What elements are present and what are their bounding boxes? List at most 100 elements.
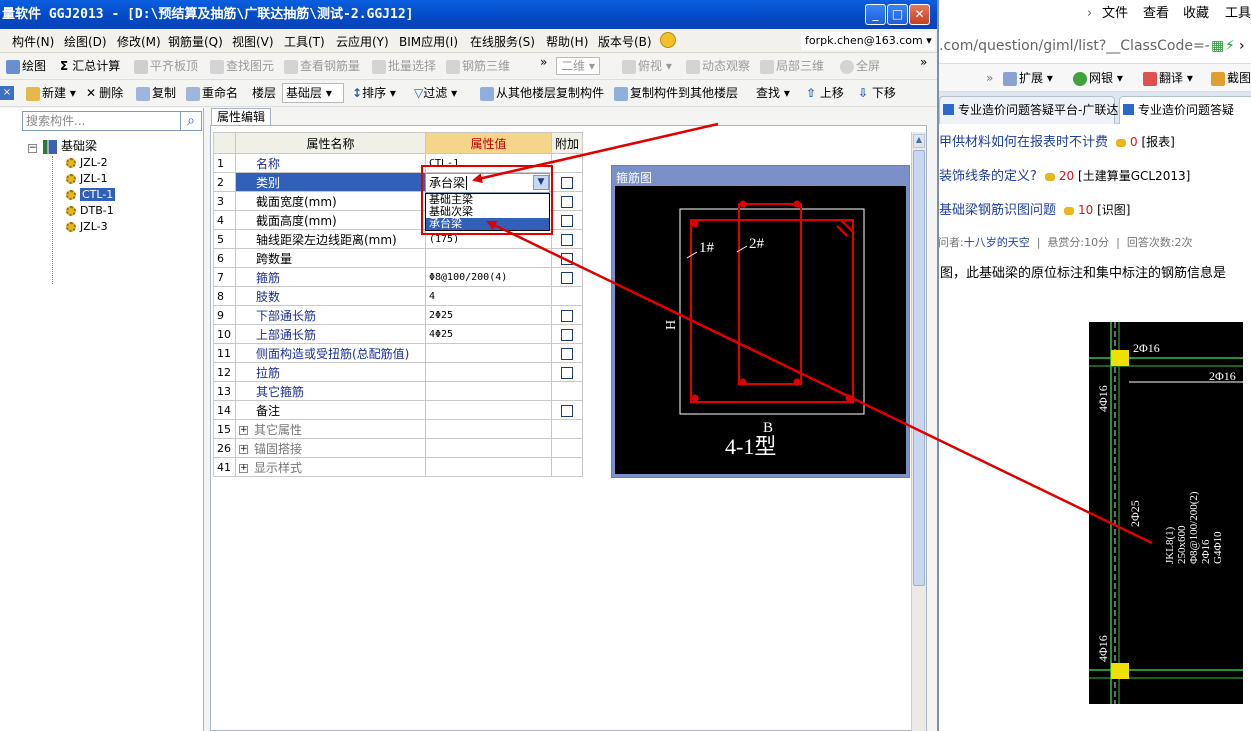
new-button[interactable]: 新建 ▾ bbox=[26, 80, 76, 106]
translate-button[interactable]: 翻译 ▾ bbox=[1143, 64, 1193, 92]
extra-checkbox[interactable] bbox=[561, 271, 573, 284]
sum-button[interactable]: Σ 汇总计算 bbox=[60, 53, 120, 79]
property-value[interactable] bbox=[425, 381, 552, 401]
menu-cloud[interactable]: 云应用(Y) bbox=[336, 33, 389, 50]
find-element-button[interactable]: 查找图元 bbox=[210, 53, 274, 79]
rebar-3d-button[interactable]: 钢筋三维 bbox=[446, 53, 510, 79]
tree-item-jzl-3[interactable]: JZL-3 bbox=[66, 219, 108, 235]
extra-checkbox[interactable] bbox=[561, 347, 573, 360]
browser-tab-2[interactable]: 专业造价问题答疑 bbox=[1119, 96, 1251, 124]
expand-icon[interactable]: + bbox=[239, 425, 248, 435]
property-value[interactable] bbox=[425, 362, 552, 382]
menu-tools[interactable]: 工具(T) bbox=[284, 33, 325, 50]
lightning-icon[interactable]: ⚡ bbox=[1225, 28, 1235, 64]
tab-property-edit[interactable]: 属性编辑 bbox=[211, 108, 271, 126]
property-value[interactable]: 4Φ25 bbox=[425, 324, 552, 344]
extensions-button[interactable]: 扩展 ▾ bbox=[1003, 64, 1053, 92]
delete-button[interactable]: ✕ 删除 bbox=[86, 80, 123, 106]
extra-checkbox[interactable] bbox=[561, 195, 573, 208]
extra-checkbox[interactable] bbox=[561, 176, 573, 189]
extra-checkbox[interactable] bbox=[561, 233, 573, 246]
extra-checkbox[interactable] bbox=[561, 309, 573, 322]
property-row[interactable]: 14 备注 bbox=[213, 400, 584, 420]
property-value[interactable] bbox=[425, 419, 552, 439]
menu-modify[interactable]: 修改(M) bbox=[117, 33, 161, 50]
browser-menu-fav[interactable]: 收藏 bbox=[1183, 0, 1209, 28]
property-value[interactable] bbox=[425, 343, 552, 363]
scroll-up-icon[interactable]: ▲ bbox=[913, 134, 925, 148]
property-row[interactable]: 12 拉筋 bbox=[213, 362, 584, 382]
copy-button[interactable]: 复制 bbox=[136, 80, 176, 106]
expand-icon[interactable]: + bbox=[239, 463, 248, 473]
copy-to-floor-button[interactable]: 复制构件到其他楼层 bbox=[614, 80, 738, 106]
scroll-thumb[interactable] bbox=[913, 150, 925, 586]
browser-menu-view[interactable]: 查看 bbox=[1143, 0, 1169, 28]
property-row[interactable]: 26 + 锚固搭接 bbox=[213, 438, 584, 458]
extra-checkbox[interactable] bbox=[561, 404, 573, 417]
browser-tab-1[interactable]: 专业造价问题答疑平台-广联达 ✕ bbox=[939, 96, 1132, 124]
property-value[interactable]: 4 bbox=[425, 286, 552, 306]
tree-root-base-beam[interactable]: − 基础梁 bbox=[28, 138, 97, 154]
top-view-button[interactable]: 俯视 ▾ bbox=[622, 53, 672, 79]
question-tag[interactable]: [土建算量GCL2013] bbox=[1078, 169, 1190, 183]
browser-menu-file[interactable]: 文件 bbox=[1102, 0, 1128, 28]
user-account-select[interactable]: forpk.chen@163.com ▾ bbox=[801, 32, 935, 50]
property-value[interactable]: 2Φ25 bbox=[425, 305, 552, 325]
question-link[interactable]: 装饰线条的定义? bbox=[939, 169, 1037, 184]
move-down-button[interactable]: ⇩ 下移 bbox=[858, 80, 896, 106]
menu-rebar[interactable]: 钢筋量(Q) bbox=[168, 33, 223, 50]
rename-button[interactable]: 重命名 bbox=[186, 80, 238, 106]
menu-version[interactable]: 版本号(B) bbox=[598, 33, 652, 50]
move-up-button[interactable]: ⇧ 上移 bbox=[806, 80, 844, 106]
property-value[interactable] bbox=[425, 400, 552, 420]
dynamic-view-button[interactable]: 动态观察 bbox=[686, 53, 750, 79]
question-item-1[interactable]: 甲供材料如何在报表时不计费 0 [报表] bbox=[939, 131, 1175, 150]
question-link[interactable]: 甲供材料如何在报表时不计费 bbox=[939, 135, 1108, 150]
copy-from-floor-button[interactable]: 从其他楼层复制构件 bbox=[480, 80, 604, 106]
search-input[interactable]: 搜索构件... bbox=[22, 111, 182, 131]
property-row[interactable]: 8 肢数 4 bbox=[213, 286, 584, 306]
tree-item-jzl-1[interactable]: JZL-1 bbox=[66, 171, 108, 187]
close-button[interactable]: ✕ bbox=[909, 4, 930, 25]
extra-checkbox[interactable] bbox=[561, 252, 573, 265]
property-row[interactable]: 15 + 其它属性 bbox=[213, 419, 584, 439]
question-item-2[interactable]: 装饰线条的定义? 20 [土建算量GCL2013] bbox=[939, 165, 1190, 184]
maximize-button[interactable]: □ bbox=[887, 4, 908, 25]
smiley-icon[interactable] bbox=[660, 32, 676, 48]
sort-button[interactable]: ↕排序 ▾ bbox=[352, 80, 396, 106]
screenshot-button[interactable]: 截图 bbox=[1211, 64, 1251, 92]
close-panel-icon[interactable]: × bbox=[0, 86, 14, 100]
draw-button[interactable]: 绘图 bbox=[6, 53, 46, 79]
property-row[interactable]: 6 跨数量 bbox=[213, 248, 584, 268]
question-link[interactable]: 基础梁钢筋识图问题 bbox=[939, 203, 1056, 218]
view-rebar-button[interactable]: 查看钢筋量 bbox=[284, 53, 360, 79]
address-bar[interactable]: .com/question/giml/list?__ClassCode=- ▦ … bbox=[939, 28, 1251, 64]
extra-checkbox[interactable] bbox=[561, 214, 573, 227]
floor-select[interactable]: 基础层 ▾ bbox=[282, 83, 344, 103]
extra-checkbox[interactable] bbox=[561, 328, 573, 341]
menu-bim[interactable]: BIM应用(I) bbox=[399, 33, 458, 50]
property-row[interactable]: 13 其它箍筋 bbox=[213, 381, 584, 401]
property-row[interactable]: 9 下部通长筋 2Φ25 bbox=[213, 305, 584, 325]
vertical-scrollbar[interactable]: ▲ bbox=[911, 132, 926, 731]
menu-view[interactable]: 视图(V) bbox=[232, 33, 274, 50]
asker-link[interactable]: 十八岁的天空 bbox=[964, 236, 1030, 249]
find-button[interactable]: 查找 ▾ bbox=[756, 80, 790, 106]
more-chevron-icon-2[interactable]: » bbox=[920, 49, 927, 75]
question-tag[interactable]: [识图] bbox=[1097, 203, 1130, 217]
question-item-3[interactable]: 基础梁钢筋识图问题 10 [识图] bbox=[939, 199, 1131, 218]
menu-component[interactable]: 构件(N) bbox=[12, 33, 54, 50]
property-row[interactable]: 10 上部通长筋 4Φ25 bbox=[213, 324, 584, 344]
property-row[interactable]: 41 + 显示样式 bbox=[213, 457, 584, 477]
batch-select-button[interactable]: 批量选择 bbox=[372, 53, 436, 79]
menu-draw[interactable]: 绘图(D) bbox=[64, 33, 107, 50]
browser-menu-tools[interactable]: 工具 bbox=[1225, 0, 1251, 28]
property-value[interactable] bbox=[425, 248, 552, 268]
property-value[interactable]: Φ8@100/200(4) bbox=[425, 267, 552, 287]
address-chevron-icon[interactable]: › bbox=[1239, 28, 1245, 64]
property-value[interactable] bbox=[425, 438, 552, 458]
fullscreen-button[interactable]: 全屏 bbox=[840, 53, 880, 79]
tree-item-jzl-2[interactable]: JZL-2 bbox=[66, 155, 108, 171]
more-chevron-icon[interactable]: » bbox=[986, 64, 993, 92]
more-chevron-icon[interactable]: » bbox=[540, 49, 547, 75]
